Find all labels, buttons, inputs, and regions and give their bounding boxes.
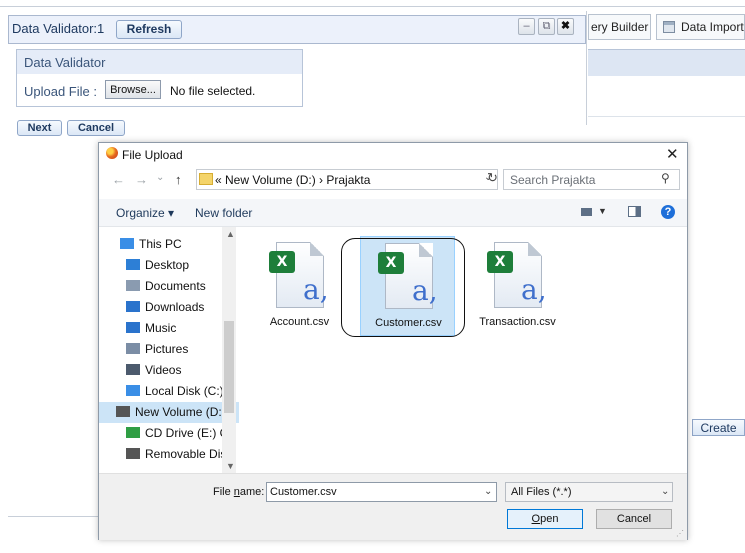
file-name: Account.csv — [269, 316, 330, 328]
disk-icon — [126, 385, 140, 396]
file-name-label: File name: — [213, 486, 265, 498]
tree-item-label: This PC — [139, 237, 182, 251]
no-file-text: No file selected. — [170, 84, 256, 98]
address-path: « New Volume (D:) › Prajakta — [215, 173, 371, 187]
next-button[interactable]: Next — [17, 120, 62, 136]
tree-item-label: CD Drive (E:) OP — [145, 426, 232, 440]
desktop-icon — [126, 259, 140, 270]
videos-icon — [126, 364, 140, 375]
tree-item-label: New Volume (D: — [135, 405, 222, 419]
file-item[interactable]: Xa, Transaction.csv — [470, 236, 565, 336]
tab-query-builder[interactable]: ery Builder — [588, 14, 651, 40]
validator-panel-heading: Data Validator — [24, 55, 106, 70]
back-icon[interactable]: ← — [112, 172, 125, 187]
help-icon[interactable]: ? — [661, 205, 675, 219]
pictures-icon — [126, 343, 140, 354]
right-panel-header — [588, 49, 745, 76]
file-name: Transaction.csv — [479, 316, 556, 328]
tree-item-label: Videos — [145, 363, 182, 377]
tree-item-this-pc[interactable]: This PC — [120, 234, 226, 255]
drive-icon — [116, 406, 130, 417]
bottom-divider — [8, 516, 98, 517]
refresh-icon[interactable]: ↻ — [487, 170, 498, 186]
highlight-circle — [341, 238, 465, 337]
forward-icon[interactable]: → — [135, 172, 148, 187]
music-icon — [126, 322, 140, 333]
tree-item-downloads[interactable]: Downloads — [126, 297, 232, 318]
refresh-button[interactable]: Refresh — [116, 20, 182, 39]
tree-item-documents[interactable]: Documents — [126, 276, 232, 297]
excel-icon: X — [487, 251, 513, 273]
organize-button[interactable]: Organize ▾ — [116, 206, 174, 220]
tree-item-music[interactable]: Music — [126, 318, 232, 339]
tab-data-import[interactable]: Data Import — [656, 14, 745, 40]
removable-disk-icon — [126, 448, 140, 459]
create-button[interactable]: Create — [692, 419, 745, 436]
file-name-dropdown-icon[interactable]: ⌄ — [484, 486, 492, 497]
dialog-cancel-button[interactable]: Cancel — [596, 509, 672, 529]
validator-title: Data Validator:1 — [12, 21, 105, 36]
new-folder-button[interactable]: New folder — [195, 206, 252, 220]
letter-a-icon: a, — [521, 273, 547, 306]
up-icon[interactable]: ↑ — [175, 172, 182, 187]
file-type-dropdown-icon[interactable]: ⌄ — [661, 486, 669, 497]
tree-item-cd-drive-e-op[interactable]: CD Drive (E:) OP — [126, 423, 232, 444]
tab-data-import-label: Data Import — [681, 20, 744, 34]
tree-item-label: Pictures — [145, 342, 189, 356]
tree-item-local-disk-c[interactable]: Local Disk (C:) — [126, 381, 232, 402]
file-item[interactable]: Xa, Account.csv — [252, 236, 347, 336]
tree-item-label: Removable Disk — [145, 447, 232, 461]
csv-file-icon: Xa, — [487, 242, 547, 308]
scroll-up-icon[interactable]: ▲ — [226, 229, 235, 239]
search-icon[interactable]: ⚲ — [661, 171, 670, 185]
csv-file-icon: Xa, — [269, 242, 329, 308]
search-placeholder: Search Prajakta — [510, 173, 596, 187]
documents-icon — [126, 280, 140, 291]
file-name-field[interactable]: Customer.csv — [266, 482, 497, 502]
upload-file-label: Upload File : — [24, 84, 97, 99]
downloads-icon — [126, 301, 140, 312]
tree-item-label: Local Disk (C:) — [145, 384, 224, 398]
tree-item-videos[interactable]: Videos — [126, 360, 232, 381]
letter-a-icon: a, — [303, 273, 329, 306]
view-dropdown-icon[interactable]: ▼ — [598, 206, 607, 216]
close-icon[interactable]: ✖ — [557, 18, 574, 35]
folder-icon — [199, 173, 213, 185]
file-type-select[interactable]: All Files (*.*) — [505, 482, 673, 502]
scroll-down-icon[interactable]: ▼ — [226, 461, 235, 471]
browse-button[interactable]: Browse... — [105, 80, 161, 99]
dialog-close-icon[interactable]: ✕ — [666, 145, 679, 163]
restore-icon[interactable]: ⧉ — [538, 18, 555, 35]
page-fold-icon — [528, 242, 542, 256]
tree-item-pictures[interactable]: Pictures — [126, 339, 232, 360]
resize-grip-icon[interactable]: ⋰ — [676, 529, 684, 538]
recent-dropdown-icon[interactable]: ⌄ — [156, 172, 164, 183]
tree-scrollbar-thumb[interactable] — [224, 321, 234, 413]
computer-icon — [120, 238, 134, 249]
dialog-title: File Upload — [122, 148, 183, 162]
firefox-icon — [106, 147, 118, 159]
tree-item-desktop[interactable]: Desktop — [126, 255, 232, 276]
excel-icon: X — [269, 251, 295, 273]
view-options-icon[interactable] — [581, 208, 592, 216]
tree-item-new-volume-d[interactable]: New Volume (D: — [99, 402, 239, 423]
tree-item-label: Documents — [145, 279, 206, 293]
open-button[interactable]: Open — [507, 509, 583, 529]
tree-item-removable-disk[interactable]: Removable Disk — [126, 444, 232, 465]
top-divider — [0, 6, 745, 7]
cancel-button[interactable]: Cancel — [67, 120, 125, 136]
tree-item-label: Downloads — [145, 300, 205, 314]
right-divider — [588, 116, 745, 117]
tree-item-label: Music — [145, 321, 177, 335]
cd-drive-icon — [126, 427, 140, 438]
minimize-icon[interactable]: – — [518, 18, 535, 35]
tree-item-label: Desktop — [145, 258, 190, 272]
preview-pane-icon[interactable] — [628, 206, 641, 217]
page-fold-icon — [310, 242, 324, 256]
table-icon — [663, 21, 675, 33]
